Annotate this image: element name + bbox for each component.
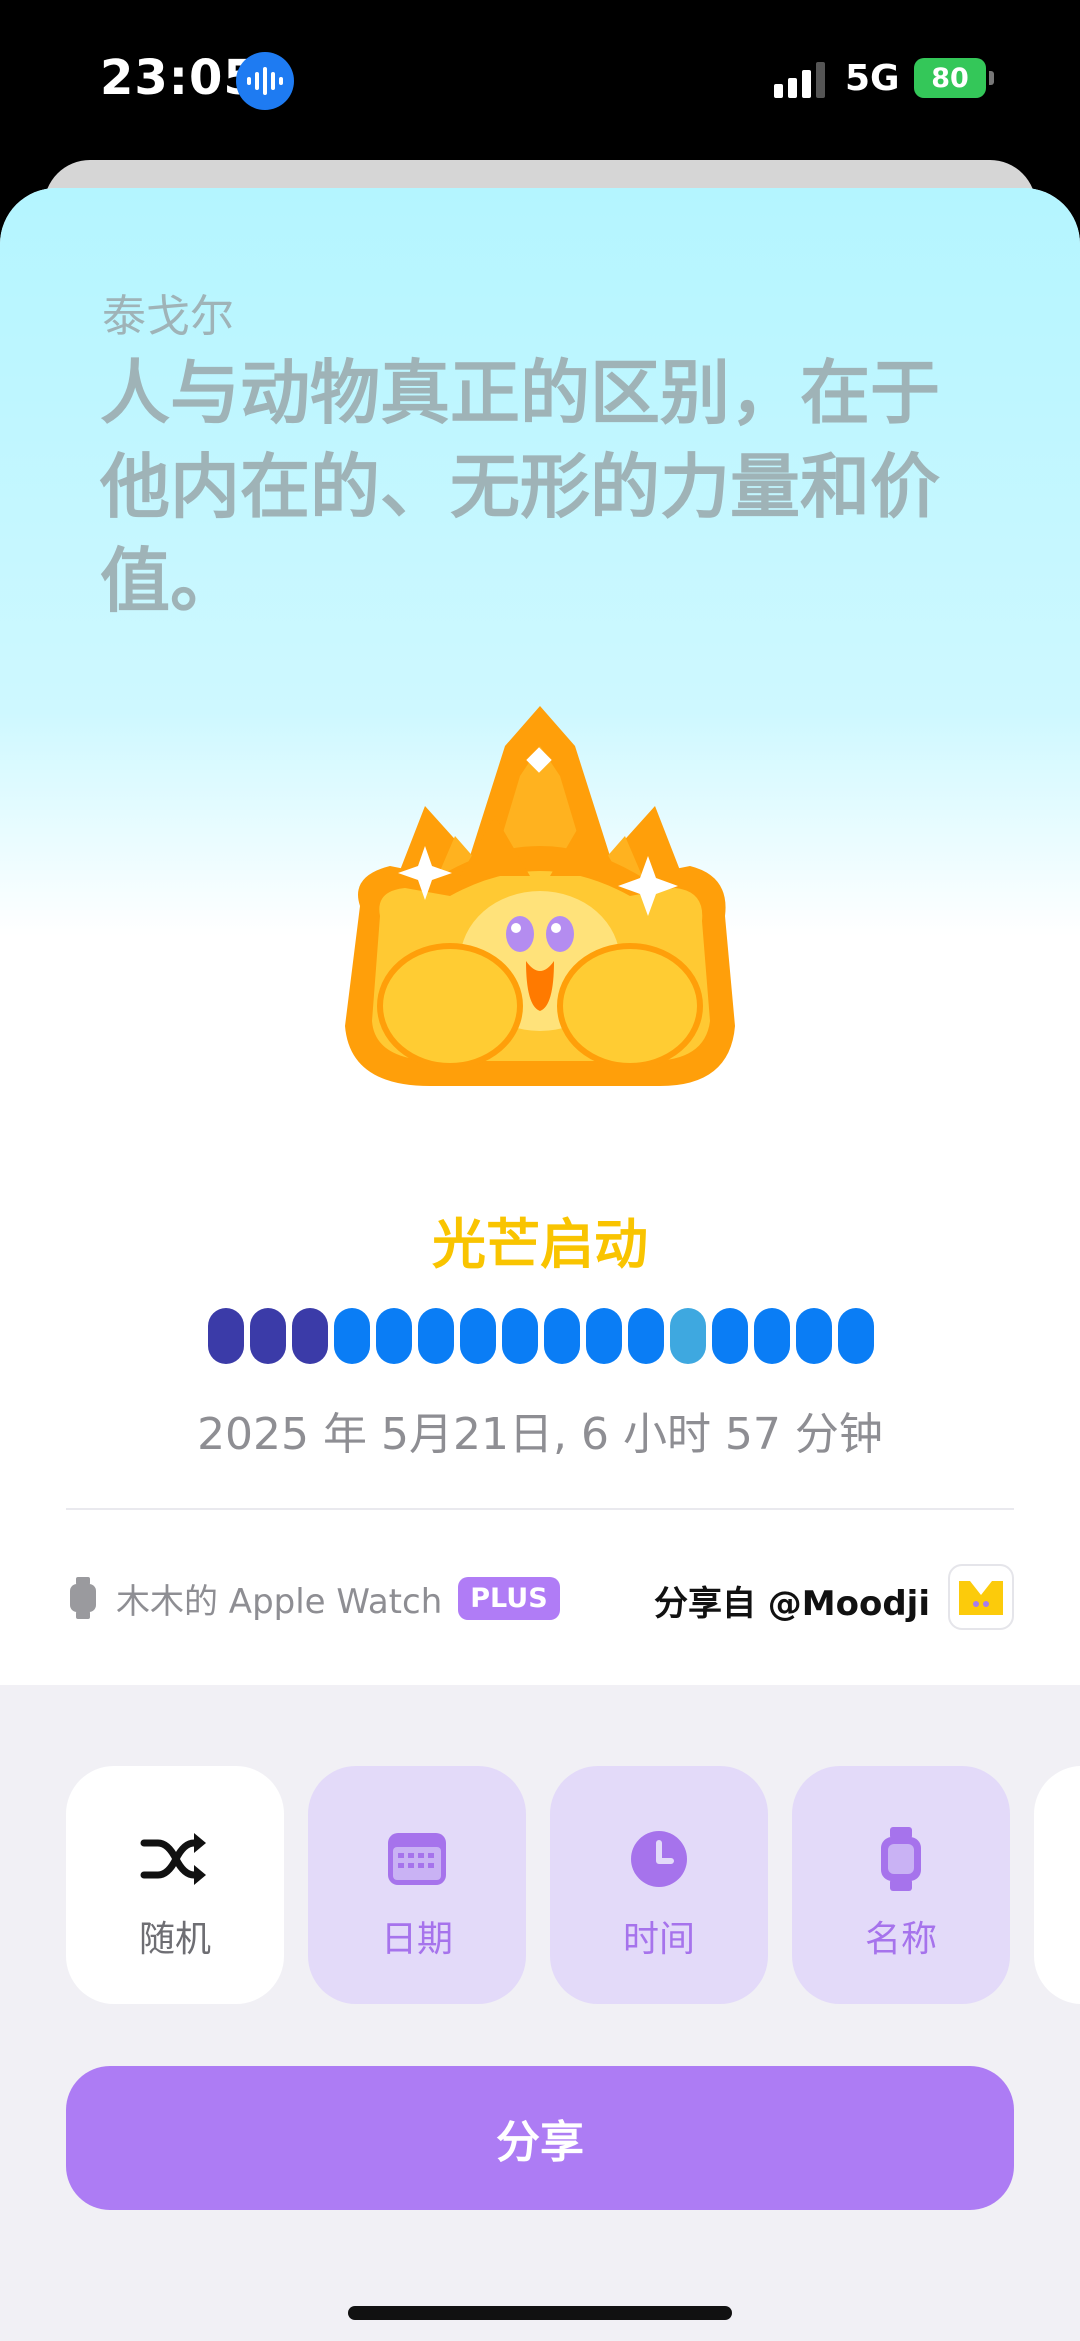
mood-pill	[670, 1308, 706, 1364]
share-from-label: 分享自 @Moodji	[653, 1584, 930, 1624]
date-duration: 2025 年 5月21日, 6 小时 57 分钟	[197, 1409, 883, 1460]
mood-pill	[586, 1308, 622, 1364]
option-next[interactable]	[1034, 1766, 1080, 2004]
mood-pill	[754, 1308, 790, 1364]
mood-timeline	[208, 1308, 874, 1364]
mood-pill	[418, 1308, 454, 1364]
device-name: 木木的 Apple Watch	[116, 1581, 443, 1622]
option-name[interactable]: 名称	[792, 1766, 1010, 2004]
mascot-icon	[345, 706, 735, 1086]
mood-pill	[712, 1308, 748, 1364]
share-sheet: 泰戈尔 人与动物真正的区别，在于他内在的、无形的力量和价值。 光芒启动 2025…	[0, 188, 1080, 2341]
status-bar: 23:05 5G 80	[0, 0, 1080, 160]
calendar-icon	[382, 1824, 452, 1894]
quote-text: 人与动物真正的区别，在于他内在的、无形的力量和价值。	[100, 352, 940, 622]
voice-recording-icon[interactable]	[236, 52, 294, 110]
option-label: 名称	[864, 1919, 937, 1960]
mood-pill	[334, 1308, 370, 1364]
watch-icon	[866, 1824, 936, 1894]
status-time: 23:05	[100, 50, 258, 106]
share-card: 泰戈尔 人与动物真正的区别，在于他内在的、无形的力量和价值。 光芒启动 2025…	[0, 188, 1080, 1685]
mood-pill	[796, 1308, 832, 1364]
mood-pill	[292, 1308, 328, 1364]
mood-pill	[208, 1308, 244, 1364]
mood-pill	[544, 1308, 580, 1364]
divider	[66, 1508, 1014, 1510]
share-button[interactable]: 分享	[66, 2066, 1014, 2210]
network-type: 5G	[845, 58, 900, 99]
battery-level: 80	[931, 62, 969, 94]
battery-icon: 80	[914, 58, 994, 98]
option-label: 日期	[380, 1919, 453, 1960]
option-label: 时间	[622, 1919, 695, 1960]
mood-pill	[502, 1308, 538, 1364]
mood-pill	[460, 1308, 496, 1364]
mood-pill	[376, 1308, 412, 1364]
option-time[interactable]: 时间	[550, 1766, 768, 2004]
clock-icon	[624, 1824, 694, 1894]
quote-author: 泰戈尔	[102, 291, 234, 342]
shuffle-icon	[140, 1824, 210, 1894]
mood-pill	[838, 1308, 874, 1364]
option-date[interactable]: 日期	[308, 1766, 526, 2004]
option-random[interactable]: 随机	[66, 1766, 284, 2004]
plus-badge: PLUS	[458, 1576, 560, 1620]
signal-icon	[774, 62, 825, 98]
device-info: 木木的 Apple Watch PLUS	[70, 1571, 560, 1625]
mood-pill	[250, 1308, 286, 1364]
mood-pill	[628, 1308, 664, 1364]
option-label: 随机	[138, 1919, 211, 1960]
home-indicator[interactable]	[348, 2306, 732, 2320]
mood-label: 光芒启动	[432, 1213, 648, 1276]
watch-icon	[70, 1577, 96, 1619]
moodji-logo-icon	[948, 1564, 1014, 1630]
